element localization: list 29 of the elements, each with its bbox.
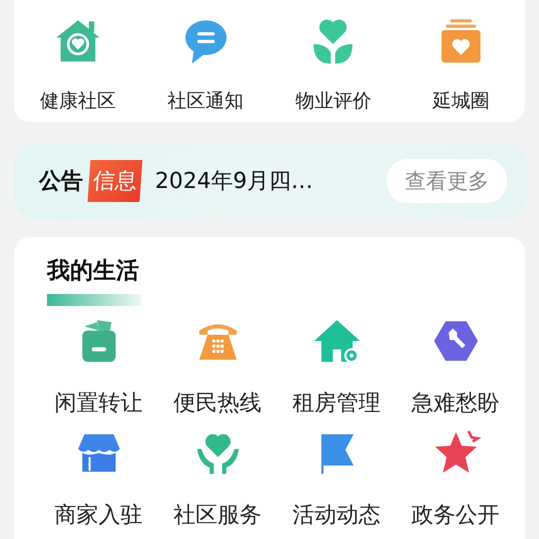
shortcut-label: 租房管理 [292,390,380,418]
shortcut-item[interactable]: 便民热线 [158,316,277,418]
shortcut-label: 物业评价 [295,89,372,114]
notice-bar[interactable]: 公告 信息 2024年9月四… 查看更多 [14,143,527,219]
shortcut-item[interactable]: 活动动态 [277,428,396,530]
shortcut-label: 社区服务 [174,502,262,530]
shortcut-label: 政务公开 [412,502,500,530]
shortcut-label: 闲置转让 [54,390,142,418]
shortcut-label: 健康社区 [40,89,116,114]
shortcut-label: 商家入驻 [54,502,142,530]
shortcut-label: 急难愁盼 [412,390,500,418]
shortcut-item[interactable]: 延城圈 [397,16,525,114]
section-title: 我的生活 [47,257,139,286]
shortcut-item[interactable]: 闲置转让 [39,316,158,418]
shortcut-label: 便民热线 [174,390,262,418]
shortcut-label: 延城圈 [432,89,490,114]
shortcut-label: 社区通知 [168,89,244,114]
shortcut-item[interactable]: 社区服务 [158,428,277,530]
shortcut-label: 活动动态 [292,502,380,530]
shortcut-item[interactable]: 健康社区 [14,16,142,114]
shortcut-item[interactable]: 社区通知 [142,16,270,114]
shortcut-item[interactable]: 物业评价 [270,16,398,114]
shortcut-item[interactable]: 商家入驻 [39,428,158,530]
shortcut-item[interactable]: 急难愁盼 [396,316,515,418]
shortcut-item[interactable]: 租房管理 [277,316,396,418]
notice-badge: 信息 [88,160,142,202]
shortcut-item[interactable]: 政务公开 [396,428,515,530]
notice-text[interactable]: 2024年9月四… [155,166,313,196]
notice-title: 公告 [39,168,83,196]
